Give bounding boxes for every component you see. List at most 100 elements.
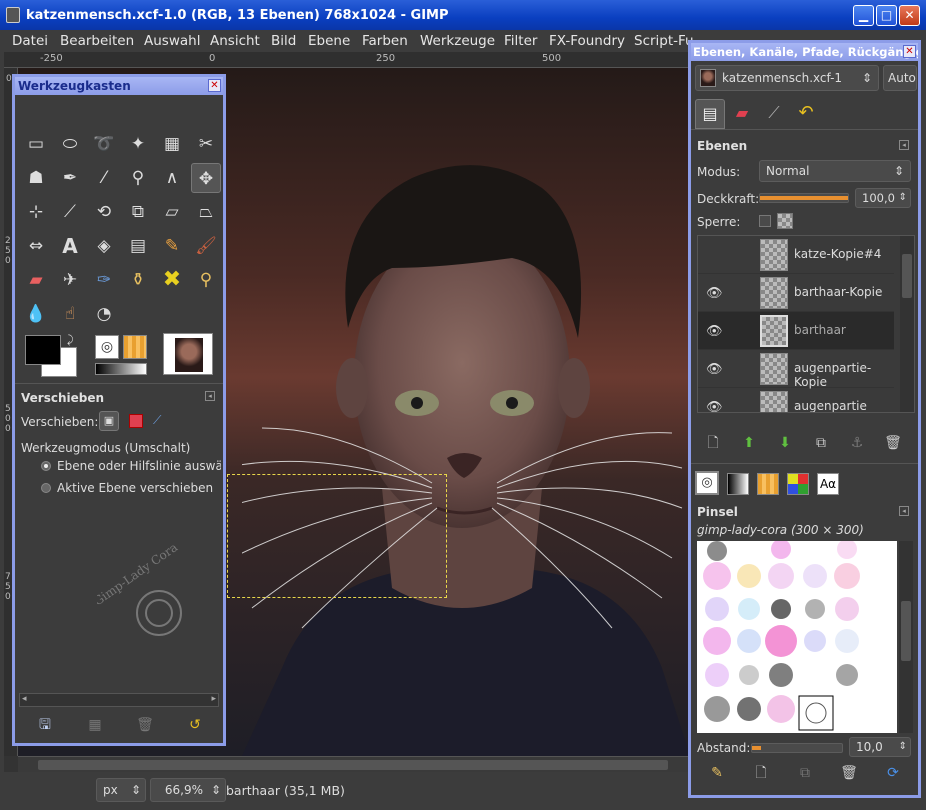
gradient-preview[interactable] (95, 363, 147, 375)
measure-icon[interactable]: ∧ (157, 163, 187, 193)
paintbrush-icon[interactable]: 🖌 (191, 231, 221, 261)
menu-farben[interactable]: Farben (362, 33, 408, 49)
minimize-button[interactable]: ▁ (853, 5, 874, 26)
menu-ebene[interactable]: Ebene (308, 33, 350, 49)
crop-icon[interactable]: ⟋ (55, 197, 85, 227)
brush-grid[interactable] (697, 541, 897, 733)
blur-icon[interactable]: 💧 (21, 299, 51, 329)
radio-pick-layer[interactable] (41, 461, 51, 471)
flip-icon[interactable]: ⇔ (21, 231, 51, 261)
color-picker-icon[interactable]: ⁄ (89, 163, 119, 193)
refresh-brushes-icon[interactable]: ⟳ (881, 761, 905, 785)
move-path-icon[interactable]: ⟋ (153, 413, 161, 428)
menu-script-fu[interactable]: Script-Fu (634, 33, 694, 49)
zoom-select[interactable]: 66,9% ⇕ (150, 778, 226, 802)
move-selection-icon[interactable] (129, 414, 143, 428)
tab-channels[interactable]: ▰ (727, 99, 757, 129)
brushes-scrollbar[interactable] (899, 541, 913, 733)
auto-button[interactable]: Auto (883, 65, 917, 91)
eye-icon[interactable]: 👁 (706, 324, 723, 339)
eye-icon[interactable]: 👁 (706, 286, 723, 301)
menu-bearbeiten[interactable]: Bearbeiten (60, 33, 134, 49)
menu-ansicht[interactable]: Ansicht (210, 33, 260, 49)
perspective-icon[interactable]: ⏢ (191, 197, 221, 227)
horizontal-scrollbar[interactable] (18, 756, 690, 772)
opacity-slider[interactable] (759, 193, 849, 203)
horizontal-ruler[interactable]: -250 0 250 500 (4, 52, 694, 68)
select-by-color-icon[interactable]: ▦ (157, 129, 187, 159)
dock-titlebar[interactable]: Ebenen, Kanäle, Pfade, Rückgängig - ... (691, 43, 918, 61)
toolbox-close-button[interactable]: ✕ (208, 79, 221, 92)
ellipse-select-icon[interactable]: ⬭ (55, 129, 85, 159)
tab-menu-icon[interactable]: ◂ (899, 140, 909, 150)
toolbox-titlebar[interactable]: Werkzeugkasten (15, 77, 223, 95)
shear-icon[interactable]: ▱ (157, 197, 187, 227)
duplicate-layer-icon[interactable]: ⧉ (809, 431, 833, 455)
paths-icon[interactable]: ✒ (55, 163, 85, 193)
radio-move-active[interactable] (41, 483, 51, 493)
option-pick-layer[interactable]: Ebene oder Hilfslinie auswählen (57, 459, 221, 473)
image-selector[interactable]: katzenmensch.xcf-1 ⇕ (695, 65, 879, 91)
option-move-active[interactable]: Aktive Ebene verschieben (57, 481, 213, 495)
perspective-clone-icon[interactable]: ⚲ (191, 265, 221, 295)
layers-scrollbar[interactable] (900, 236, 914, 412)
active-image-thumbnail[interactable] (163, 333, 213, 375)
bucket-fill-icon[interactable]: ◈ (89, 231, 119, 261)
pencil-icon[interactable]: ✎ (157, 231, 187, 261)
zoom-icon[interactable]: ⚲ (123, 163, 153, 193)
eye-icon[interactable]: 👁 (706, 400, 723, 412)
scroll-thumb[interactable] (901, 601, 911, 661)
lower-layer-icon[interactable]: ⬇ (773, 431, 797, 455)
eraser-icon[interactable]: ▰ (21, 265, 51, 295)
text-tool-icon[interactable]: A (55, 231, 85, 261)
tab-menu-icon[interactable]: ◂ (205, 391, 215, 401)
menu-auswahl[interactable]: Auswahl (144, 33, 200, 49)
airbrush-icon[interactable]: ✈ (55, 265, 85, 295)
fuzzy-select-icon[interactable]: ✦ (123, 129, 153, 159)
scroll-left-icon[interactable]: ◂ (22, 694, 27, 704)
swap-colors-icon[interactable]: ⤸ (67, 333, 74, 347)
close-button[interactable]: ✕ (899, 5, 920, 26)
delete-layer-icon[interactable]: 🗑 (881, 431, 905, 455)
options-scrollbar[interactable]: ◂ ▸ (19, 693, 219, 707)
layer-row-selected[interactable]: 👁 barthaar (698, 312, 894, 350)
lasso-icon[interactable]: ➰ (89, 129, 119, 159)
new-layer-icon[interactable]: 🗋 (701, 431, 725, 455)
delete-brush-icon[interactable]: 🗑 (837, 761, 861, 785)
scroll-thumb[interactable] (38, 760, 668, 770)
tab-brushes[interactable]: ◎ (695, 471, 719, 495)
unit-select[interactable]: px ⇕ (96, 778, 146, 802)
lock-checkbox[interactable] (759, 215, 771, 227)
layer-row[interactable]: katze-Kopie#4 (698, 236, 894, 274)
ink-icon[interactable]: ✑ (89, 265, 119, 295)
reset-options-icon[interactable]: ↺ (183, 713, 207, 737)
mode-select[interactable]: Normal ⇕ (759, 160, 911, 182)
tab-paths[interactable]: ⟋ (759, 99, 789, 129)
layer-row[interactable]: 👁 barthaar-Kopie (698, 274, 894, 312)
menu-bild[interactable]: Bild (271, 33, 296, 49)
spacing-input[interactable]: 10,0 ⇕ (849, 737, 911, 757)
scale-icon[interactable]: ⧉ (123, 197, 153, 227)
foreground-select-icon[interactable]: ☗ (21, 163, 51, 193)
tab-menu-icon[interactable]: ◂ (899, 506, 909, 516)
move-layer-icon[interactable]: ▣ (99, 411, 119, 431)
tab-patterns[interactable] (757, 473, 779, 495)
maximize-button[interactable]: □ (876, 5, 897, 26)
smudge-icon[interactable]: ☝ (55, 299, 85, 329)
edit-brush-icon[interactable]: ✎ (705, 761, 729, 785)
dock-close-button[interactable]: ✕ (903, 45, 916, 58)
heal-icon[interactable]: ✖ (157, 265, 187, 295)
brush-preview-icon[interactable]: ◎ (95, 335, 119, 359)
layer-row[interactable]: 👁 augenpartie-Kopie (698, 350, 894, 389)
menu-datei[interactable]: Datei (12, 33, 48, 49)
scroll-right-icon[interactable]: ▸ (211, 694, 216, 704)
clone-icon[interactable]: ⚱ (123, 265, 153, 295)
gimp-app-icon[interactable] (6, 7, 20, 23)
tab-undo[interactable]: ↶ (791, 99, 821, 129)
lock-alpha-icon[interactable] (777, 213, 793, 229)
menu-filter[interactable]: Filter (504, 33, 537, 49)
rect-select-icon[interactable]: ▭ (21, 129, 51, 159)
menu-werkzeuge[interactable]: Werkzeuge (420, 33, 495, 49)
pattern-preview[interactable] (123, 335, 147, 359)
eye-icon[interactable]: 👁 (706, 362, 723, 377)
